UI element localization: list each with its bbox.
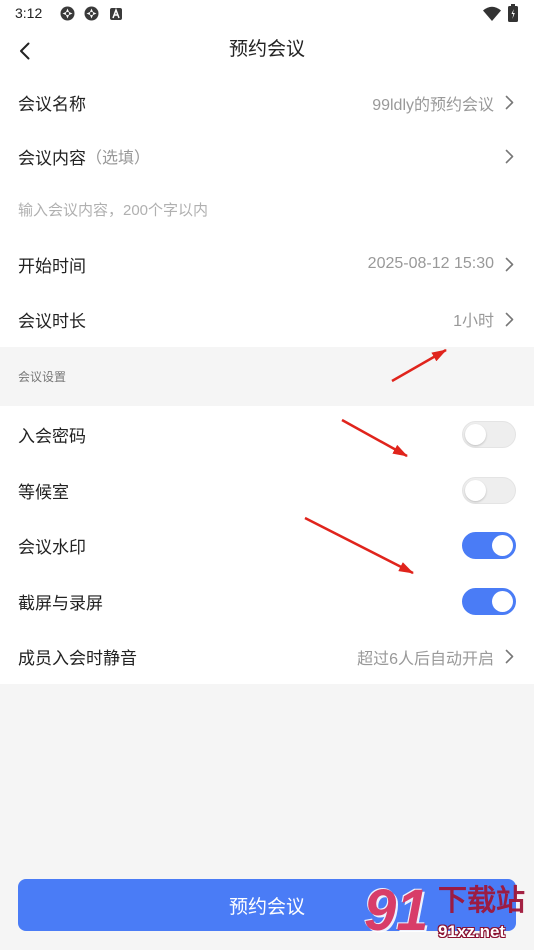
setting-row-password: 入会密码	[0, 406, 534, 463]
meeting-content-row[interactable]: 会议内容 （选填）	[0, 129, 534, 183]
a-letter-icon	[110, 7, 122, 25]
toggle-knob	[465, 424, 486, 445]
settings-section-header: 会议设置	[0, 347, 534, 406]
section-title: 会议设置	[18, 370, 67, 384]
duration-label: 会议时长	[18, 311, 86, 331]
setting-row-mute-on-join[interactable]: 成员入会时静音 超过6人后自动开启	[0, 629, 534, 684]
meeting-content-input[interactable]	[18, 201, 516, 219]
chevron-right-icon	[502, 95, 516, 111]
header: 预约会议	[0, 26, 534, 76]
password-toggle[interactable]	[462, 421, 516, 448]
duration-value: 1小时	[453, 313, 494, 330]
chevron-right-icon	[502, 649, 516, 665]
waiting-room-toggle[interactable]	[462, 477, 516, 504]
battery-icon	[508, 4, 518, 27]
setting-row-screen-capture: 截屏与录屏	[0, 573, 534, 629]
toggle-knob	[492, 590, 513, 612]
meeting-content-input-row	[0, 183, 534, 237]
page-title: 预约会议	[228, 39, 305, 60]
screen-capture-toggle[interactable]	[462, 587, 516, 615]
setting-label: 等候室	[18, 483, 69, 502]
chevron-right-icon	[502, 148, 516, 164]
optional-hint: （选填）	[86, 150, 151, 167]
settings-group: 入会密码 等候室 会议水印 截屏与录屏 成员入会时静音 超过6人后自动开启	[0, 406, 534, 684]
meeting-content-label: 会议内容	[18, 148, 86, 168]
chevron-right-icon	[502, 256, 516, 272]
chevron-right-icon	[502, 311, 516, 327]
mute-on-join-label: 成员入会时静音	[18, 649, 137, 668]
schedule-meeting-button[interactable]: 预约会议	[18, 879, 516, 931]
setting-row-watermark: 会议水印	[0, 518, 534, 573]
watermark-toggle[interactable]	[462, 532, 516, 559]
meeting-name-label: 会议名称	[18, 95, 86, 114]
start-time-value: 2025-08-12 15:30	[367, 255, 494, 272]
meeting-info-group: 会议名称 99ldly的预约会议 会议内容 （选填） 开始时间 2025-08-…	[0, 76, 534, 347]
duration-row[interactable]: 会议时长 1小时	[0, 291, 534, 347]
toggle-knob	[492, 535, 513, 556]
setting-label: 截屏与录屏	[18, 593, 103, 613]
toggle-knob	[465, 480, 486, 501]
meeting-name-row[interactable]: 会议名称 99ldly的预约会议	[0, 76, 534, 129]
start-time-label: 开始时间	[18, 256, 86, 276]
wifi-icon	[483, 6, 501, 26]
setting-label: 入会密码	[18, 427, 86, 446]
back-chevron-icon[interactable]	[16, 41, 32, 61]
status-time: 3:12	[15, 5, 43, 21]
app-notification-icon	[60, 6, 75, 26]
status-bar: 3:12	[0, 0, 534, 26]
meeting-name-value: 99ldly的预约会议	[372, 96, 494, 114]
start-time-row[interactable]: 开始时间 2025-08-12 15:30	[0, 237, 534, 291]
mute-on-join-value: 超过6人后自动开启	[357, 650, 494, 668]
setting-label: 会议水印	[18, 538, 86, 557]
app-notification-icon	[84, 6, 99, 26]
setting-row-waiting-room: 等候室	[0, 463, 534, 518]
